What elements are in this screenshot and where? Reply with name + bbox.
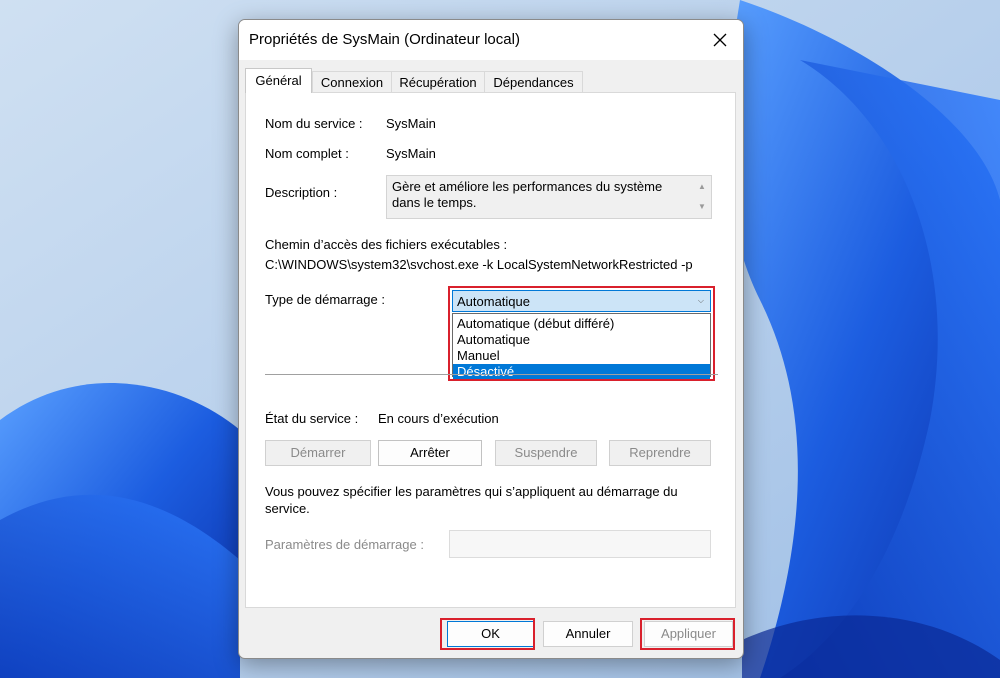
stop-button[interactable]: Arrêter — [378, 440, 482, 466]
apply-button-highlight — [640, 618, 735, 650]
description-label: Description : — [265, 185, 338, 200]
service-name-value: SysMain — [386, 116, 436, 131]
display-name-value: SysMain — [386, 146, 436, 161]
scroll-down-icon[interactable]: ▼ — [698, 202, 706, 211]
description-text: Gère et améliore les performances du sys… — [392, 179, 663, 210]
close-icon — [713, 33, 727, 47]
close-button[interactable] — [697, 20, 743, 60]
window-title: Propriétés de SysMain (Ordinateur local) — [249, 31, 520, 48]
startup-type-highlight — [448, 286, 715, 381]
cancel-button[interactable]: Annuler — [543, 621, 633, 647]
tab-general[interactable]: Général — [245, 68, 312, 93]
start-params-label: Paramètres de démarrage : — [265, 537, 424, 552]
resume-button[interactable]: Reprendre — [609, 440, 711, 466]
startup-type-label: Type de démarrage : — [265, 292, 385, 307]
tab-dependances[interactable]: Dépendances — [484, 71, 583, 92]
general-tab-panel: Nom du service : SysMain Nom complet : S… — [245, 92, 736, 608]
display-name-label: Nom complet : — [265, 146, 349, 161]
scroll-up-icon[interactable]: ▲ — [698, 182, 706, 191]
executable-path-label: Chemin d’accès des fichiers exécutables … — [265, 237, 508, 252]
tab-connexion[interactable]: Connexion — [312, 71, 392, 92]
description-scrollbar[interactable]: ▲ ▼ — [693, 176, 711, 218]
description-box[interactable]: Gère et améliore les performances du sys… — [386, 175, 712, 219]
pause-button[interactable]: Suspendre — [495, 440, 597, 466]
start-params-input[interactable] — [449, 530, 711, 558]
tab-recuperation[interactable]: Récupération — [391, 71, 485, 92]
service-status-value: En cours d’exécution — [378, 411, 499, 426]
ok-button-highlight — [440, 618, 535, 650]
service-properties-dialog: Propriétés de SysMain (Ordinateur local)… — [238, 19, 744, 659]
start-params-help: Vous pouvez spécifier les paramètres qui… — [265, 484, 678, 516]
start-button[interactable]: Démarrer — [265, 440, 371, 466]
title-bar: Propriétés de SysMain (Ordinateur local) — [239, 20, 743, 60]
service-name-label: Nom du service : — [265, 116, 363, 131]
service-status-label: État du service : — [265, 411, 359, 426]
separator — [265, 374, 718, 375]
executable-path-value: C:\WINDOWS\system32\svchost.exe -k Local… — [265, 257, 693, 272]
